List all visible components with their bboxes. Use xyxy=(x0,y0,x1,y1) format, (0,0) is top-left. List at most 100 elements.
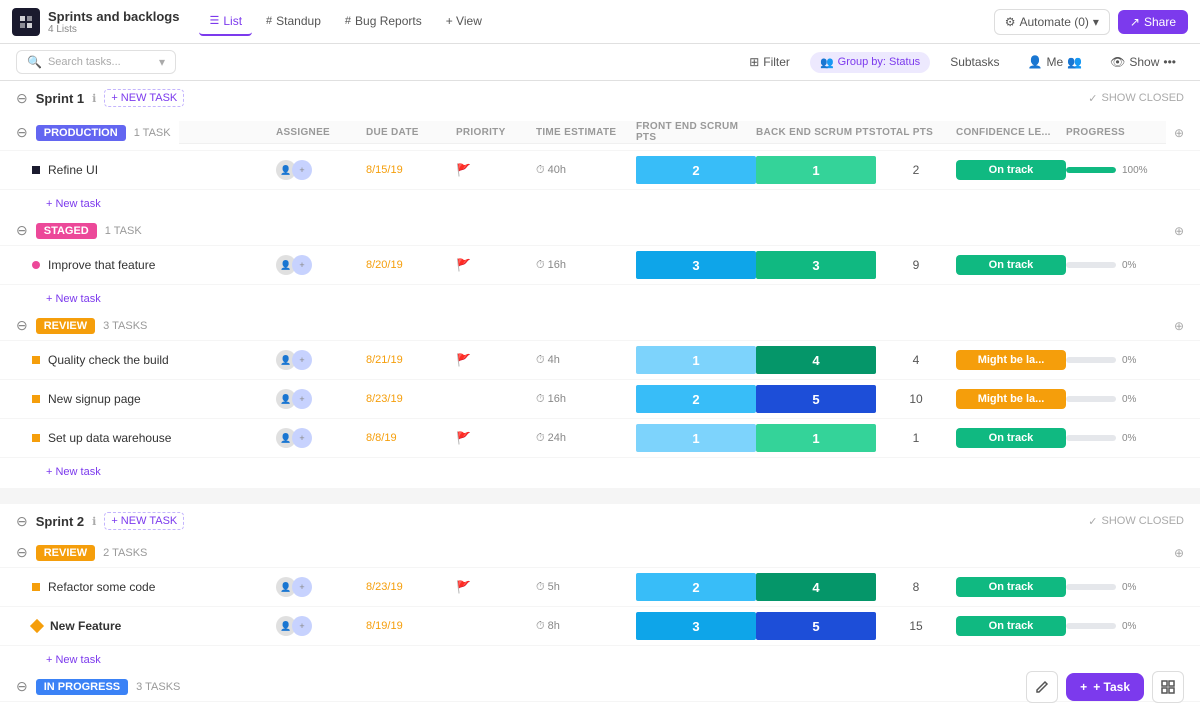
staged-toggle[interactable]: ⊖ xyxy=(16,222,28,239)
task-name[interactable]: New signup page xyxy=(48,392,141,406)
sprint-2-toggle[interactable]: ⊖ xyxy=(16,513,28,530)
table-row: Improve that feature 👤 + 8/20/19 🚩 ⏱ 16h… xyxy=(0,246,1200,285)
total-pts: 10 xyxy=(876,392,956,406)
sprint-1-info-icon: ℹ xyxy=(92,92,96,105)
review2-new-task-link[interactable]: + New task xyxy=(46,654,101,666)
sprint-1-title: Sprint 1 xyxy=(36,91,84,106)
chevron-down-icon: ▾ xyxy=(1093,15,1099,29)
sprint-1-show-closed[interactable]: ✓ SHOW CLOSED xyxy=(1088,92,1184,105)
progress-pct: 0% xyxy=(1122,621,1136,632)
confidence-badge: On track xyxy=(956,428,1066,448)
table-row: Quality check the build 👤 + 8/21/19 🚩 ⏱ … xyxy=(0,341,1200,380)
bug-icon: # xyxy=(345,15,351,27)
show-button[interactable]: 👁 Show ••• xyxy=(1102,51,1184,73)
automate-button[interactable]: ⚙ Automate (0) ▾ xyxy=(994,9,1110,35)
review2-task-count: 2 TASKS xyxy=(103,547,147,559)
grid-icon-button[interactable] xyxy=(1152,671,1184,703)
total-pts: 8 xyxy=(876,580,956,594)
table-row: User story 👤 + 8/26/19 🚩 ⏱ 24h 1 3 3 On … xyxy=(0,702,1200,704)
edit-icon-button[interactable] xyxy=(1026,671,1058,703)
due-date: 8/23/19 xyxy=(366,581,456,593)
staged-new-task-link[interactable]: + New task xyxy=(46,293,101,305)
new-task-button[interactable]: + + Task xyxy=(1066,673,1144,701)
progress-fill xyxy=(1066,167,1116,173)
progress-pct: 100% xyxy=(1122,165,1148,176)
production-task-count: 1 TASK xyxy=(134,127,171,139)
staged-new-task-row: + New task xyxy=(0,285,1200,311)
be-pts-cell: 1 xyxy=(756,424,876,452)
production-add-icon[interactable]: ⊕ xyxy=(1174,126,1184,140)
assignee-cell: 👤 + xyxy=(276,428,366,448)
inprogress-task-count: 3 TASKS xyxy=(136,681,180,693)
due-date: 8/21/19 xyxy=(366,354,456,366)
review2-add-icon[interactable]: ⊕ xyxy=(1174,546,1184,560)
confidence-badge: On track xyxy=(956,160,1066,180)
production-new-task-link[interactable]: + New task xyxy=(46,198,101,210)
sprint-1-toggle[interactable]: ⊖ xyxy=(16,90,28,107)
time-est: ⏱ 24h xyxy=(536,432,636,445)
task-color-dot xyxy=(30,619,44,633)
task-color-dot xyxy=(32,583,40,591)
clock-icon: ⏱ xyxy=(536,432,545,445)
progress-cell: 0% xyxy=(1066,260,1166,271)
progress-cell: 0% xyxy=(1066,582,1166,593)
search-box[interactable]: 🔍 Search tasks... ▾ xyxy=(16,50,176,74)
col-be-pts: BACK END SCRUM PTS xyxy=(756,127,876,138)
be-pts-cell: 3 xyxy=(756,251,876,279)
progress-cell: 0% xyxy=(1066,355,1166,366)
review-new-task-link[interactable]: + New task xyxy=(46,466,101,478)
review-toggle[interactable]: ⊖ xyxy=(16,317,28,334)
priority-flag: 🚩 xyxy=(456,580,536,594)
time-est: ⏱ 40h xyxy=(536,164,636,177)
sprint-2-header: ⊖ Sprint 2 ℹ + NEW TASK ✓ SHOW CLOSED xyxy=(0,504,1200,538)
project-name: Sprints and backlogs xyxy=(48,9,179,24)
clock-icon: ⏱ xyxy=(536,620,545,633)
task-name[interactable]: Set up data warehouse xyxy=(48,431,171,445)
clock-icon: ⏱ xyxy=(536,164,545,177)
confidence-badge: On track xyxy=(956,577,1066,597)
sprint-2-new-task[interactable]: + NEW TASK xyxy=(104,512,184,530)
task-color-dot xyxy=(32,356,40,364)
task-name[interactable]: Quality check the build xyxy=(48,353,169,367)
automate-icon: ⚙ xyxy=(1005,15,1016,29)
me-button[interactable]: 👤 Me 👥 xyxy=(1020,51,1091,73)
topbar-right: ⚙ Automate (0) ▾ ↗ Share xyxy=(994,9,1188,35)
task-name-cell: Refactor some code xyxy=(32,580,276,594)
clock-icon: ⏱ xyxy=(536,581,545,594)
review-new-task-row: + New task xyxy=(0,458,1200,484)
section-gap xyxy=(0,488,1200,504)
progress-bar xyxy=(1066,584,1116,590)
assignee-cell: 👤 + xyxy=(276,577,366,597)
time-est: ⏱ 5h xyxy=(536,581,636,594)
be-pts-cell: 4 xyxy=(756,346,876,374)
tab-list[interactable]: ☰ List xyxy=(199,8,252,36)
sprint-1-new-task[interactable]: + NEW TASK xyxy=(104,89,184,107)
be-pts-cell: 4 xyxy=(756,573,876,601)
group-by-button[interactable]: 👥 Group by: Status xyxy=(810,52,930,73)
task-name[interactable]: New Feature xyxy=(50,619,121,633)
sprint-2-show-closed[interactable]: ✓ SHOW CLOSED xyxy=(1088,515,1184,528)
check-icon: ✓ xyxy=(1088,515,1097,528)
task-name[interactable]: Improve that feature xyxy=(48,258,155,272)
plus-icon: + xyxy=(1080,680,1087,694)
production-new-task-row: + New task xyxy=(0,190,1200,216)
task-name[interactable]: Refine UI xyxy=(48,163,98,177)
inprogress-toggle[interactable]: ⊖ xyxy=(16,678,28,695)
review2-toggle[interactable]: ⊖ xyxy=(16,544,28,561)
tab-bug-reports[interactable]: # Bug Reports xyxy=(335,8,432,36)
tab-add-view[interactable]: + View xyxy=(436,8,492,36)
subtasks-button[interactable]: Subtasks xyxy=(942,51,1007,73)
task-name-cell: Set up data warehouse xyxy=(32,431,276,445)
due-date: 8/23/19 xyxy=(366,393,456,405)
group-review-header: ⊖ REVIEW 3 TASKS ⊕ xyxy=(0,311,1200,341)
staged-add-icon[interactable]: ⊕ xyxy=(1174,224,1184,238)
task-name[interactable]: Refactor some code xyxy=(48,580,155,594)
total-pts: 4 xyxy=(876,353,956,367)
filter-button[interactable]: ⊞ Filter xyxy=(741,51,798,73)
production-toggle[interactable]: ⊖ xyxy=(16,124,28,141)
review-add-icon[interactable]: ⊕ xyxy=(1174,319,1184,333)
confidence-badge: On track xyxy=(956,616,1066,636)
tab-standup[interactable]: # Standup xyxy=(256,8,331,36)
due-date: 8/15/19 xyxy=(366,164,456,176)
share-button[interactable]: ↗ Share xyxy=(1118,10,1188,34)
